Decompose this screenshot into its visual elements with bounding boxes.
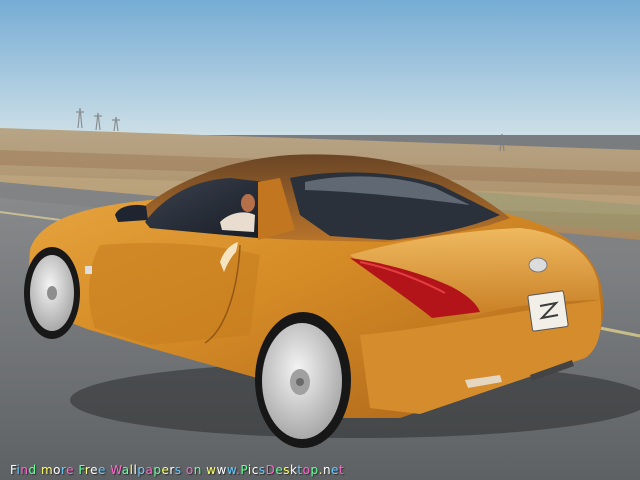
rear-wheel: [255, 312, 351, 448]
rear-emblem: [528, 257, 548, 273]
watermark-text: Find more Free Wallpapers on www.PicsDes…: [10, 463, 345, 477]
sky: [0, 0, 640, 135]
car-photo: Find more Free Wallpapers on www.PicsDes…: [0, 0, 640, 480]
front-wheel: [24, 247, 80, 339]
photo-artwork: [0, 0, 640, 480]
